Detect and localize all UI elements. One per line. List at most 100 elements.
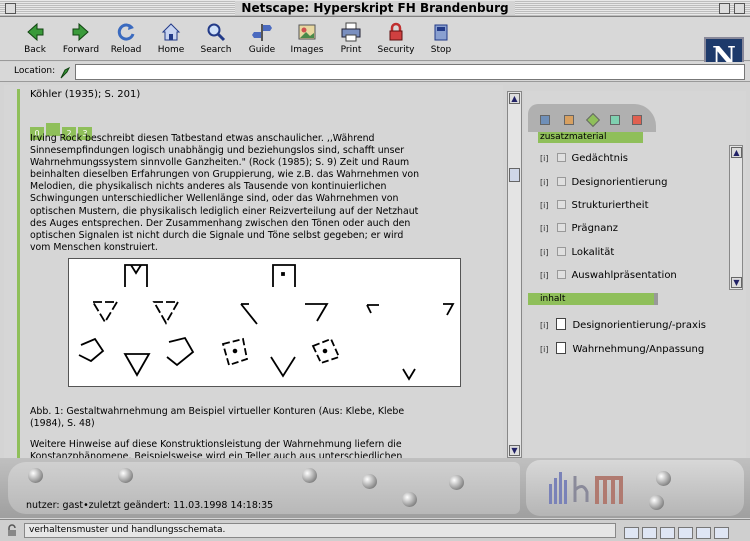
security-label: Security (377, 45, 415, 55)
location-bar: Location: (0, 62, 750, 82)
checkbox-icon (557, 153, 567, 162)
scroll-down-arrow[interactable]: ▼ (509, 445, 520, 456)
info-marker: [i] (540, 271, 549, 280)
inhalt-item[interactable]: [i] Designorientierung/-praxis (540, 318, 706, 332)
fh-brandenburg-logo[interactable] (545, 470, 635, 506)
security-lock-icon (389, 22, 403, 41)
zusatz-item[interactable]: [i] Auswahlpräsentation (540, 270, 677, 284)
title-bar[interactable]: Netscape: Hyperskript FH Brandenburg (0, 0, 750, 17)
zusatz-item[interactable]: [i] Strukturiertheit (540, 200, 649, 214)
aol-icon[interactable] (696, 527, 711, 539)
scroll-up-arrow[interactable]: ▲ (509, 93, 520, 104)
images-button[interactable]: Images (284, 21, 330, 59)
page-proxy-icon[interactable] (58, 64, 72, 80)
document-icon (556, 318, 567, 330)
search-button[interactable]: Search (193, 21, 239, 59)
zusatz-item-label: Gedächtnis (571, 153, 628, 164)
composer-icon[interactable] (678, 527, 693, 539)
guide-button[interactable]: Guide (239, 21, 285, 59)
reload-icon (117, 23, 135, 41)
zoom-box[interactable] (719, 3, 730, 14)
tab-teal[interactable] (610, 115, 620, 125)
search-label: Search (200, 45, 232, 55)
zusatz-item[interactable]: [i] Designorientierung (540, 177, 667, 191)
zusatz-item-label: Auswahlpräsentation (571, 270, 677, 281)
guide-icon (252, 24, 272, 41)
netscape-window: Netscape: Hyperskript FH Brandenburg Bac… (0, 0, 750, 541)
info-marker: [i] (540, 201, 549, 210)
inhalt-item[interactable]: [i] Wahrnehmung/Anpassung (540, 342, 704, 356)
checkbox-icon (557, 200, 567, 209)
back-label: Back (24, 45, 46, 55)
window-title: Netscape: Hyperskript FH Brandenburg (0, 1, 750, 15)
content-scrollbar[interactable]: ▲ ▼ (507, 91, 522, 458)
decor-ball (649, 495, 664, 510)
location-input[interactable] (75, 64, 745, 80)
back-arrow-icon (27, 22, 44, 42)
status-bar: verhaltensmuster und handlungsschemata. (0, 519, 750, 541)
security-button[interactable]: Security (373, 21, 419, 59)
stop-label: Stop (430, 45, 452, 55)
zusatz-item[interactable]: [i] Gedächtnis (540, 153, 628, 167)
guide-label: Guide (248, 45, 276, 55)
gestalt-figure-image (68, 258, 461, 387)
home-button[interactable]: Home (148, 21, 194, 59)
back-button[interactable]: Back (12, 21, 58, 59)
decor-ball (28, 468, 43, 483)
zusatz-item-label: Prägnanz (571, 223, 618, 234)
mail-icon[interactable] (642, 527, 657, 539)
home-label: Home (157, 45, 185, 55)
collapse-box[interactable] (734, 3, 745, 14)
stop-button[interactable]: Stop (418, 21, 464, 59)
location-label: Location: (14, 66, 56, 76)
zusatz-item-label: Strukturiertheit (571, 200, 649, 211)
info-marker: [i] (540, 345, 549, 354)
print-icon (341, 22, 361, 42)
tab-red[interactable] (632, 115, 642, 125)
home-icon (161, 23, 181, 41)
stop-icon (434, 24, 448, 41)
decor-ball (362, 474, 377, 489)
scroll-up-arrow[interactable]: ▲ (731, 147, 742, 158)
search-icon (207, 23, 226, 42)
zusatz-item[interactable]: [i] Prägnanz (540, 223, 618, 237)
reload-button[interactable]: Reload (103, 21, 149, 59)
images-icon (298, 24, 316, 40)
security-lock-icon[interactable] (6, 524, 18, 536)
info-marker: [i] (540, 224, 549, 233)
inhalt-header: inhalt (528, 293, 658, 305)
navigator-icon[interactable] (624, 527, 639, 539)
zusatz-item[interactable]: [i] Lokalität (540, 247, 614, 261)
tab-orange[interactable] (564, 115, 574, 125)
decor-ball (118, 468, 133, 483)
component-bar (624, 524, 732, 539)
forward-arrow-icon (72, 22, 89, 42)
print-button[interactable]: Print (328, 21, 374, 59)
forward-button[interactable]: Forward (58, 21, 104, 59)
document-icon (556, 342, 567, 354)
address-book-icon[interactable] (714, 527, 729, 539)
navigation-toolbar: Back Forward Reload Home Search Guide Im… (0, 17, 750, 77)
status-text: verhaltensmuster und handlungsschemata. (24, 523, 616, 538)
decor-ball (402, 492, 417, 507)
side-panel-scrollbar[interactable]: ▲ ▼ (729, 145, 743, 290)
side-navigation-panel: zusatzmaterial [i] Gedächtnis [i] Designor… (524, 91, 746, 458)
user-info: nutzer: gast•zuletzt geändert: 11.03.199… (26, 500, 274, 511)
decor-ball (656, 471, 671, 486)
checkbox-icon (557, 247, 567, 256)
color-tabs (528, 104, 656, 132)
scroll-down-arrow[interactable]: ▼ (731, 277, 742, 288)
figure-caption: Abb. 1: Gestaltwahrnehmung am Beispiel v… (30, 406, 405, 430)
body-paragraph: Irving Rock beschreibt diesen Tatbestand… (30, 133, 420, 253)
reload-label: Reload (110, 45, 142, 55)
tab-green-active[interactable] (585, 112, 601, 128)
virtual-contours-illustration (78, 264, 455, 381)
info-marker: [i] (540, 154, 549, 163)
info-marker: [i] (540, 321, 549, 330)
images-label: Images (290, 45, 324, 55)
zusatz-item-label: Designorientierung (571, 177, 668, 188)
scroll-thumb[interactable] (509, 168, 520, 182)
tab-blue[interactable] (540, 115, 550, 125)
checkbox-icon (557, 223, 567, 232)
newsgroups-icon[interactable] (660, 527, 675, 539)
